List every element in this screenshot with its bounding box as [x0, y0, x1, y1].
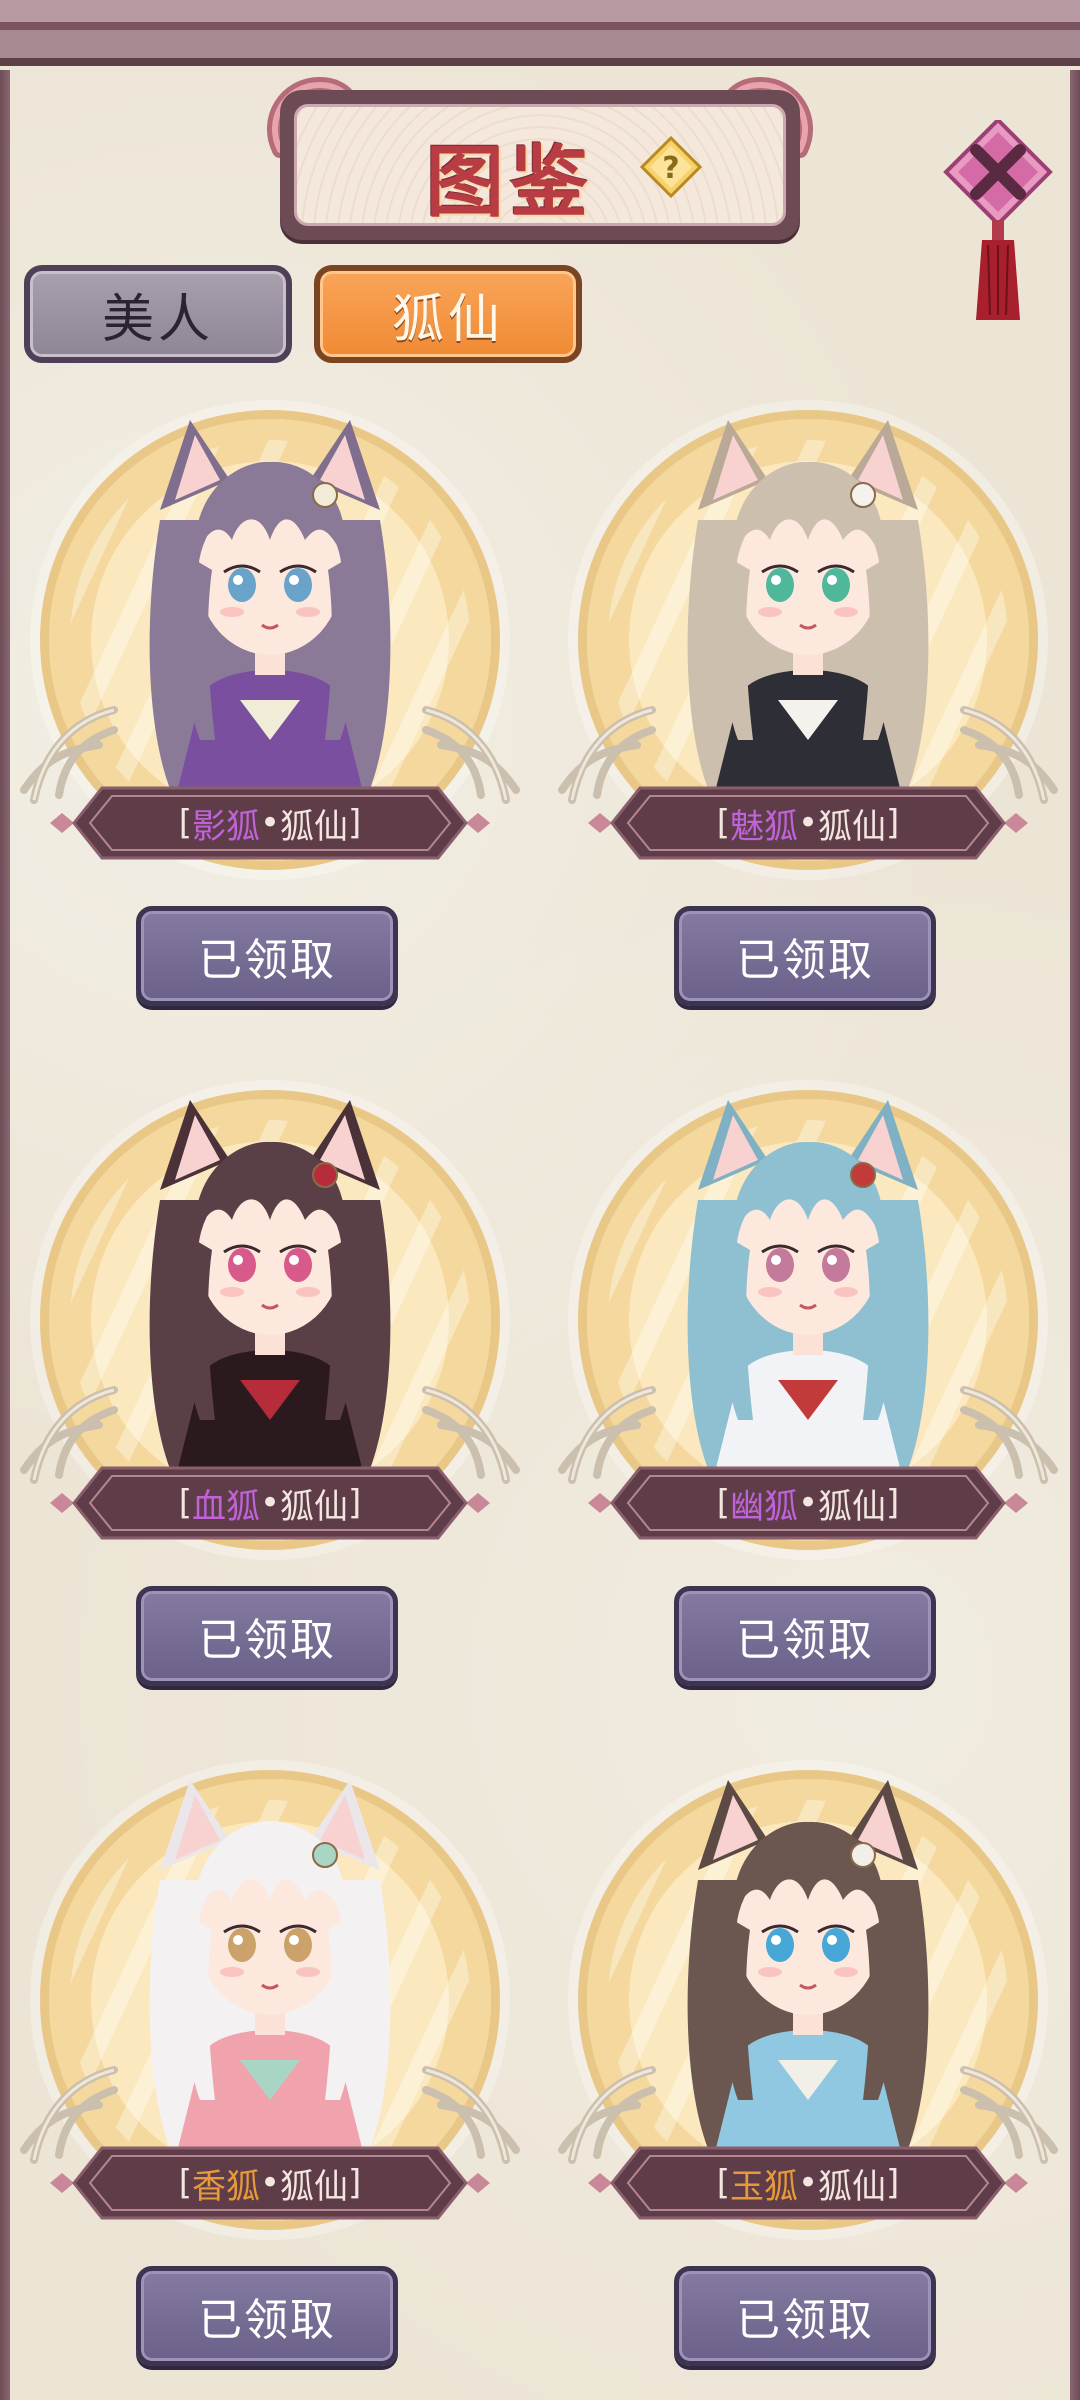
- name-prefix: 玉狐: [729, 2166, 798, 2207]
- claimed-button[interactable]: 已领取: [674, 906, 936, 1006]
- name-bracket-open: [: [178, 2163, 192, 2203]
- name-bracket-open: [: [178, 803, 192, 843]
- character-card[interactable]: [香狐 • 狐仙] 已领取: [10, 1760, 530, 2366]
- character-portrait[interactable]: [120, 1760, 420, 2180]
- character-card[interactable]: [影狐 • 狐仙] 已领取: [10, 400, 530, 1006]
- name-separator: •: [259, 1483, 281, 1523]
- name-bracket-close: ]: [348, 803, 362, 843]
- name-bracket-open: [: [178, 1483, 192, 1523]
- tab-fox-immortal[interactable]: 狐仙: [314, 265, 582, 363]
- close-icon[interactable]: [938, 120, 1058, 320]
- name-prefix: 影狐: [191, 806, 260, 847]
- name-prefix: 香狐: [191, 2166, 260, 2207]
- tab-beauty[interactable]: 美人: [24, 265, 292, 363]
- name-separator: •: [259, 803, 281, 843]
- name-bracket-close: ]: [886, 1483, 900, 1523]
- name-suffix: 狐仙: [280, 806, 349, 847]
- name-prefix: 幽狐: [729, 1486, 798, 1527]
- character-portrait[interactable]: [120, 1080, 420, 1500]
- character-name: [幽狐 • 狐仙]: [588, 1462, 1028, 1544]
- name-separator: •: [797, 803, 819, 843]
- name-bracket-close: ]: [886, 2163, 900, 2203]
- name-suffix: 狐仙: [818, 2166, 887, 2207]
- character-name: [影狐 • 狐仙]: [50, 782, 490, 864]
- character-portrait[interactable]: [658, 1080, 958, 1500]
- name-bracket-open: [: [716, 2163, 730, 2203]
- question-diamond-icon[interactable]: ?: [640, 136, 702, 198]
- name-bracket-close: ]: [348, 2163, 362, 2203]
- character-name: [玉狐 • 狐仙]: [588, 2142, 1028, 2224]
- name-bracket-close: ]: [886, 803, 900, 843]
- name-suffix: 狐仙: [280, 2166, 349, 2207]
- character-name: [魅狐 • 狐仙]: [588, 782, 1028, 864]
- claimed-button[interactable]: 已领取: [136, 2266, 398, 2366]
- name-prefix: 魅狐: [729, 806, 798, 847]
- character-name: [血狐 • 狐仙]: [50, 1462, 490, 1544]
- name-separator: •: [797, 1483, 819, 1523]
- name-bracket-close: ]: [348, 1483, 362, 1523]
- name-suffix: 狐仙: [818, 1486, 887, 1527]
- claimed-button[interactable]: 已领取: [136, 906, 398, 1006]
- title-plaque: 图鉴 ?: [260, 60, 820, 240]
- svg-text:?: ?: [662, 151, 679, 186]
- name-bracket-open: [: [716, 1483, 730, 1523]
- name-suffix: 狐仙: [280, 1486, 349, 1527]
- character-card[interactable]: [幽狐 • 狐仙] 已领取: [548, 1080, 1068, 1686]
- name-separator: •: [259, 2163, 281, 2203]
- name-suffix: 狐仙: [818, 806, 887, 847]
- title-frame: 图鉴 ?: [280, 90, 800, 240]
- character-card[interactable]: [血狐 • 狐仙] 已领取: [10, 1080, 530, 1686]
- claimed-button[interactable]: 已领取: [136, 1586, 398, 1686]
- claimed-button[interactable]: 已领取: [674, 1586, 936, 1686]
- claimed-button[interactable]: 已领取: [674, 2266, 936, 2366]
- page-title: 图鉴: [425, 137, 594, 228]
- name-bracket-open: [: [716, 803, 730, 843]
- name-prefix: 血狐: [191, 1486, 260, 1527]
- character-card[interactable]: [玉狐 • 狐仙] 已领取: [548, 1760, 1068, 2366]
- character-portrait[interactable]: [658, 400, 958, 820]
- name-separator: •: [797, 2163, 819, 2203]
- character-portrait[interactable]: [120, 400, 420, 820]
- character-name: [香狐 • 狐仙]: [50, 2142, 490, 2224]
- character-card[interactable]: [魅狐 • 狐仙] 已领取: [548, 400, 1068, 1006]
- character-portrait[interactable]: [658, 1760, 958, 2180]
